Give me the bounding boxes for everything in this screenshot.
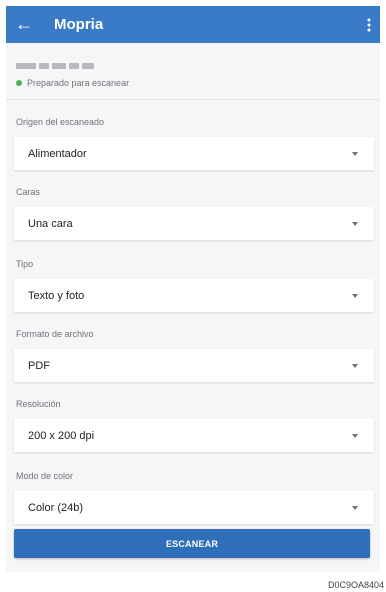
printer-name-blurred <box>16 61 370 71</box>
select-value: Alimentador <box>28 147 87 160</box>
dropdown-arrow-icon <box>352 151 358 156</box>
scan-screen: ← Mopria Preparado para escanear Origen … <box>6 6 380 572</box>
type-select[interactable]: Texto y foto <box>14 279 374 312</box>
status-dot-icon <box>16 80 22 86</box>
field-label: Origen del escaneado <box>16 117 105 127</box>
file-format-select[interactable]: PDF <box>14 349 374 382</box>
figure-code: D0C9OA8404 <box>327 580 384 590</box>
scan-button[interactable]: ESCANEAR <box>14 529 370 558</box>
resolution-select[interactable]: 200 x 200 dpi <box>14 419 374 452</box>
printer-info: Preparado para escanear <box>6 43 380 99</box>
field-label: Formato de archivo <box>16 329 94 339</box>
scan-source-select[interactable]: Alimentador <box>14 137 374 170</box>
select-value: Texto y foto <box>28 289 85 302</box>
field-label: Resolución <box>16 399 61 409</box>
printer-status: Preparado para escanear <box>16 78 370 88</box>
select-value: PDF <box>28 359 50 372</box>
select-value: 200 x 200 dpi <box>28 429 95 442</box>
dropdown-arrow-icon <box>352 363 358 368</box>
sides-select[interactable]: Una cara <box>14 207 374 240</box>
select-value: Color (24b) <box>28 501 84 514</box>
dropdown-arrow-icon <box>352 293 358 298</box>
app-bar: ← Mopria <box>6 6 380 43</box>
color-mode-select[interactable]: Color (24b) <box>14 491 374 524</box>
app-title: Mopria <box>54 16 104 33</box>
field-label: Tipo <box>16 259 34 269</box>
dropdown-arrow-icon <box>352 221 358 226</box>
select-value: Una cara <box>28 217 73 230</box>
divider <box>6 99 380 100</box>
printer-status-text: Preparado para escanear <box>27 78 130 88</box>
more-vert-icon[interactable] <box>358 6 380 43</box>
arrow-back-icon[interactable]: ← <box>6 6 42 43</box>
field-label: Modo de color <box>16 471 74 481</box>
field-label: Caras <box>16 187 41 197</box>
dropdown-arrow-icon <box>352 433 358 438</box>
dropdown-arrow-icon <box>352 505 358 510</box>
